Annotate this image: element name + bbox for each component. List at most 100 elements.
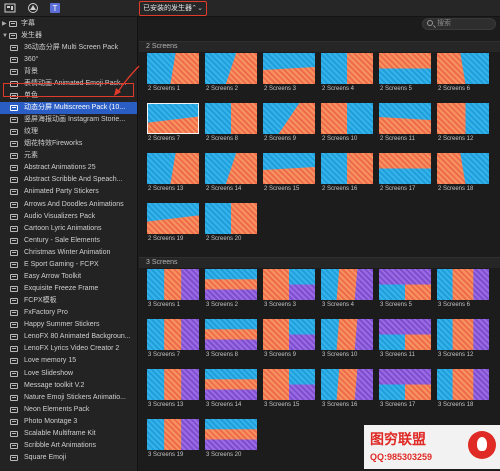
sidebar-item-label: Easy Arrow Toolkit [24,272,82,280]
sidebar-item[interactable]: Animated Party Stickers [0,186,137,198]
generator-thumbnail[interactable] [379,269,431,300]
sidebar-item[interactable]: Nature Emoji Stickers Animatio... [0,392,137,404]
generator-thumbnail[interactable] [437,53,489,84]
sidebar-item[interactable]: LenoFX Lyrics Video Creator 2 [0,343,137,355]
sidebar-category[interactable]: ▼ 发生器 [0,30,137,42]
sidebar-item-label: Exquisite Freeze Frame [24,285,99,293]
thumbnail-caption: 3 Screens 2 [206,302,239,308]
sidebar-item[interactable]: 纹理 [0,126,137,138]
sidebar-item[interactable]: FxFactory Pro [0,307,137,319]
sidebar-item-label: E Sport Gaming - FCPX [24,260,99,268]
generator-thumbnail[interactable] [205,103,257,134]
generator-thumbnail[interactable] [437,269,489,300]
generator-thumbnail[interactable] [321,53,373,84]
generator-thumbnail[interactable] [263,319,315,350]
generator-thumbnail[interactable] [321,269,373,300]
generator-thumbnail[interactable] [263,369,315,400]
sidebar-item[interactable]: Christmas Winter Animation [0,247,137,259]
svg-text:T: T [53,4,58,13]
sidebar-item[interactable]: Photo Montage 3 [0,416,137,428]
disclosure-expanded-icon[interactable]: ▼ [2,30,8,42]
sidebar-item[interactable]: 元素 [0,150,137,162]
sidebar-item[interactable]: 竖屏海报动画 Instagram Storie... [0,114,137,126]
generator-thumbnail[interactable] [205,419,257,450]
sidebar-item[interactable]: 360° [0,54,137,66]
generator-thumbnail[interactable] [263,153,315,184]
generator-thumbnail[interactable] [147,269,199,300]
generator-thumbnail[interactable] [147,369,199,400]
sidebar-item[interactable]: Happy Summer Stickers [0,319,137,331]
generator-thumbnail[interactable] [147,319,199,350]
titles-icon[interactable]: T [49,2,61,14]
sidebar-item[interactable]: E Sport Gaming - FCPX [0,259,137,271]
generator-thumbnail[interactable] [205,53,257,84]
sidebar-item[interactable]: Scalable Multiframe Kit [0,428,137,440]
sidebar-item[interactable]: Neon Elements Pack [0,404,137,416]
sidebar-item[interactable]: Abstract Animations 25 [0,162,137,174]
sidebar-item[interactable]: Abstract Scribble And Speach... [0,174,137,186]
sidebar-item[interactable]: Exquisite Freeze Frame [0,283,137,295]
sidebar-item[interactable]: Cartoon Lyric Animations [0,223,137,235]
sidebar-item[interactable]: Message toolkit V.2 [0,380,137,392]
sidebar-item[interactable]: 表情动画 Animated Emoji Pack... [0,78,137,90]
generator-thumbnail[interactable] [379,319,431,350]
browser-content[interactable]: 搜索 2 Screens 2 Screens 1 2 Screens 2 2 Scre… [139,17,500,471]
thumbnail-caption: 2 Screens 18 [438,186,474,192]
generator-thumbnail[interactable] [147,153,199,184]
generator-thumbnail[interactable] [321,103,373,134]
sidebar-item[interactable]: 烟花特效Fireworks [0,138,137,150]
sidebar-item-label: Century - Sale Elements [24,236,100,244]
generator-thumbnail[interactable] [147,419,199,450]
sidebar-item[interactable]: Century - Sale Elements [0,235,137,247]
generator-thumbnail[interactable] [263,103,315,134]
sidebar-item-label: Neon Elements Pack [24,405,90,413]
generator-thumbnail[interactable] [437,319,489,350]
sidebar-item[interactable]: 动态分屏 Multiscreen Pack (10... [0,101,137,114]
generator-thumbnail[interactable] [321,319,373,350]
generator-thumbnail[interactable] [379,369,431,400]
sidebar-item[interactable]: 背景 [0,66,137,78]
generator-thumbnail[interactable] [437,153,489,184]
generator-thumbnail[interactable] [205,269,257,300]
generator-thumbnail[interactable] [321,369,373,400]
sidebar-item[interactable]: Love Slideshow [0,368,137,380]
generator-thumbnail[interactable] [321,153,373,184]
generator-thumbnail[interactable] [263,269,315,300]
generator-folder-icon [10,237,18,244]
sidebar-item[interactable]: FCPX模板 [0,295,137,307]
generator-thumbnail[interactable] [379,153,431,184]
generator-filter-dropdown[interactable]: 已安装的发生器 ⌃⌄ [139,1,207,16]
sidebar-item[interactable]: 36动态分屏 Multi Screen Pack [0,42,137,54]
sidebar-item[interactable]: Scribble Art Animations [0,440,137,452]
generator-thumbnail[interactable] [263,53,315,84]
sidebar-item[interactable]: Audio Visualizers Pack [0,211,137,223]
generator-thumbnail[interactable] [379,53,431,84]
sidebar-item[interactable]: Easy Arrow Toolkit [0,271,137,283]
disclosure-collapsed-icon[interactable]: ▶ [2,18,7,30]
generator-thumbnail[interactable] [205,369,257,400]
generator-thumbnail[interactable] [147,53,199,84]
sidebar-item[interactable]: Square Emoji [0,452,137,464]
sidebar-item[interactable]: Love memory 15 [0,355,137,367]
watermark: 图穷联盟 QQ:985303259 [364,425,500,469]
search-field[interactable]: 搜索 [422,18,496,30]
generator-thumbnail[interactable] [437,369,489,400]
sidebar-item[interactable]: LenoFX 80 Animated Backgroun... [0,331,137,343]
generator-thumbnail[interactable] [379,103,431,134]
generator-thumbnail[interactable] [205,203,257,234]
generator-thumbnail[interactable] [147,103,199,134]
thumbnail-caption: 2 Screens 3 [264,86,297,92]
sidebar-item-label: 烟花特效Fireworks [24,140,83,148]
sidebar-item-label: Cartoon Lyric Animations [24,224,102,232]
sidebar-category[interactable]: ▶ 字幕 [0,18,137,30]
sidebar-item[interactable]: Arrows And Doodles Animations [0,199,137,211]
generator-thumbnail[interactable] [437,103,489,134]
library-icon[interactable] [4,2,16,14]
sidebar-item[interactable]: 单色 [0,90,137,102]
generator-thumbnail[interactable] [205,153,257,184]
photos-icon[interactable] [27,2,39,14]
generator-thumbnail[interactable] [147,203,199,234]
thumbnail-caption: 2 Screens 13 [148,186,184,192]
sidebar-item-label: 单色 [24,91,38,99]
generator-thumbnail[interactable] [205,319,257,350]
